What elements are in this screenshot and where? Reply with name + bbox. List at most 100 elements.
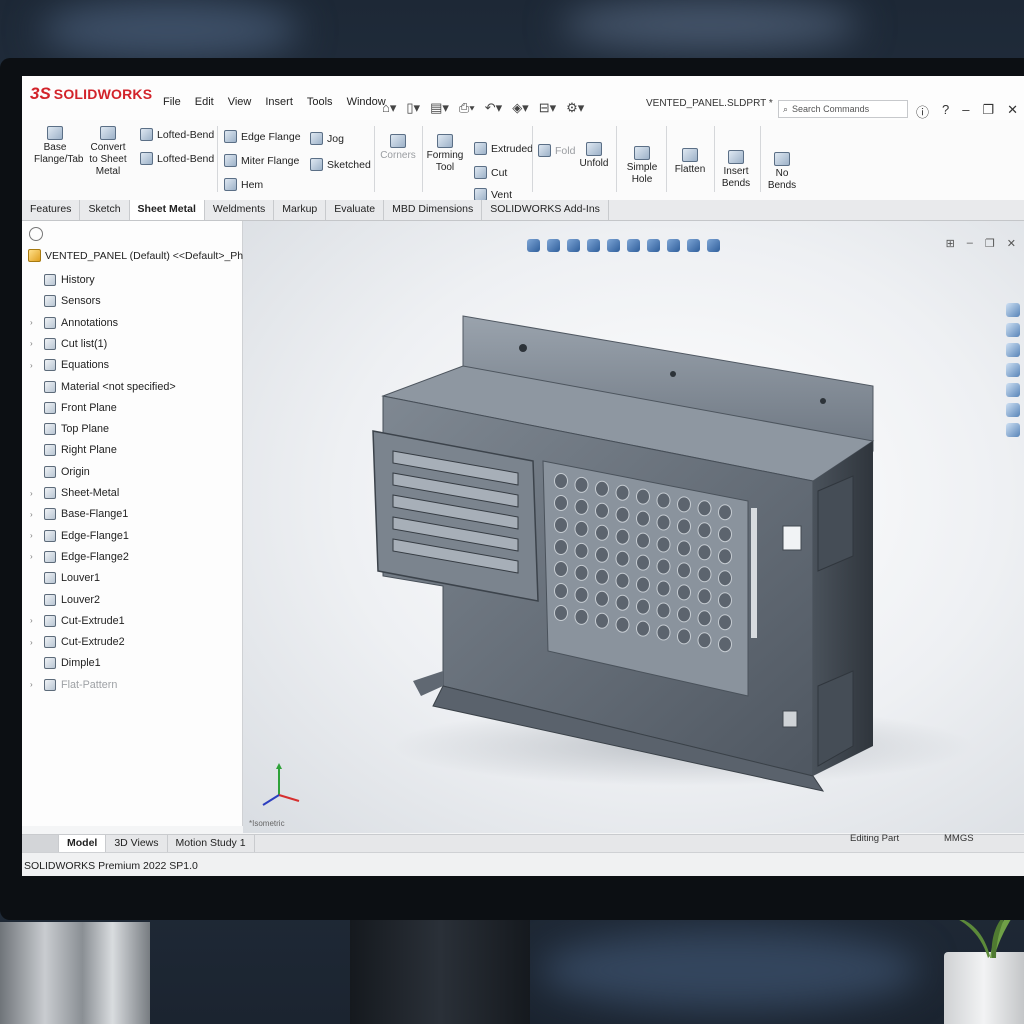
hide-show-icon[interactable] [647, 239, 660, 252]
appearances-icon[interactable] [1006, 383, 1020, 397]
miter-flange-button[interactable]: Miter Flange [224, 154, 299, 167]
tree-item[interactable]: Front Plane [30, 399, 117, 417]
design-library-icon[interactable] [1006, 323, 1020, 337]
unfold-button[interactable]: Unfold [576, 142, 612, 170]
resources-icon[interactable] [1006, 303, 1020, 317]
tree-root-part[interactable]: VENTED_PANEL (Default) <<Default>_PhotoW [28, 249, 268, 262]
tree-item[interactable]: Louver1 [30, 569, 100, 587]
search-commands-field[interactable]: ⌕ Search Commands [778, 100, 908, 118]
tab-markup[interactable]: Markup [274, 200, 327, 220]
simple-hole-button[interactable]: Simple Hole [620, 146, 664, 186]
tab-weldments[interactable]: Weldments [205, 200, 275, 220]
zoom-area-icon[interactable] [547, 239, 560, 252]
tab-sheet-metal[interactable]: Sheet Metal [129, 200, 205, 220]
hem-button[interactable]: Hem [224, 178, 263, 191]
viewport-split-icon[interactable]: ⊞ [946, 237, 955, 250]
fold-button[interactable]: Fold [538, 144, 575, 157]
open-icon[interactable]: ▤▾ [430, 100, 449, 116]
view-orientation-icon[interactable] [607, 239, 620, 252]
tree-item[interactable]: › Base-Flange1 [30, 505, 128, 523]
tab-sketch[interactable]: Sketch [80, 200, 130, 220]
display-style-icon[interactable] [627, 239, 640, 252]
convert-to-sheet-metal-button[interactable]: Convert to Sheet Metal [86, 126, 130, 178]
filter-icon[interactable] [29, 227, 43, 241]
expand-arrow-icon[interactable]: › [30, 339, 44, 348]
menu-insert[interactable]: Insert [258, 96, 300, 108]
expand-arrow-icon[interactable]: › [30, 531, 44, 540]
expand-arrow-icon[interactable]: › [30, 552, 44, 561]
cut-button[interactable]: Cut [474, 166, 507, 179]
apply-scene-icon[interactable] [687, 239, 700, 252]
bottom-tab-scroll[interactable] [22, 835, 59, 853]
tree-item[interactable]: Louver2 [30, 591, 100, 609]
forming-tool-button[interactable]: Forming Tool [426, 134, 464, 174]
lofted-bend-button[interactable]: Lofted-Bend [140, 128, 214, 141]
insert-bends-button[interactable]: Insert Bends [716, 150, 756, 190]
base-flange-button[interactable]: Base Flange/Tab [34, 126, 83, 166]
close-button[interactable]: ✕ [1007, 102, 1018, 121]
print-icon[interactable]: ⎙▾ [459, 100, 475, 116]
previous-view-icon[interactable] [567, 239, 580, 252]
edge-flange-button[interactable]: Edge Flange [224, 130, 301, 143]
graphics-area[interactable]: ⊞ – ❐ ✕ *Isometric [243, 221, 1024, 833]
view-palette-icon[interactable] [1006, 363, 1020, 377]
tab-solidworks-add-ins[interactable]: SOLIDWORKS Add-Ins [482, 200, 609, 220]
tree-item[interactable]: › Cut list(1) [30, 335, 107, 353]
expand-arrow-icon[interactable]: › [30, 361, 44, 370]
menu-tools[interactable]: Tools [300, 96, 340, 108]
tree-item[interactable]: › Flat-Pattern [30, 676, 117, 694]
tree-item[interactable]: Sensors [30, 292, 101, 310]
tree-item[interactable]: Material <not specified> [30, 378, 176, 396]
menu-edit[interactable]: Edit [188, 96, 221, 108]
viewport-close-icon[interactable]: ✕ [1007, 237, 1016, 250]
options-icon[interactable]: ⚙▾ [566, 100, 584, 116]
solidworks-logo[interactable]: 3S SOLIDWORKS [30, 84, 152, 104]
zoom-to-fit-icon[interactable] [527, 239, 540, 252]
expand-arrow-icon[interactable]: › [30, 616, 44, 625]
section-view-icon[interactable] [587, 239, 600, 252]
tree-item[interactable]: Dimple1 [30, 654, 101, 672]
expand-arrow-icon[interactable]: › [30, 510, 44, 519]
expand-arrow-icon[interactable]: › [30, 318, 44, 327]
expand-arrow-icon[interactable]: › [30, 638, 44, 647]
tree-item[interactable]: › Annotations [30, 314, 118, 332]
vented-panel-model[interactable] [343, 276, 983, 796]
viewport-restore-icon[interactable]: ❐ [985, 237, 995, 250]
tree-item[interactable]: › Edge-Flange1 [30, 527, 129, 545]
minimize-button[interactable]: – [962, 102, 969, 121]
custom-properties-icon[interactable] [1006, 403, 1020, 417]
tree-item[interactable]: › Edge-Flange2 [30, 548, 129, 566]
tree-item[interactable]: Origin [30, 463, 90, 481]
new-document-icon[interactable]: ▯▾ [406, 100, 420, 116]
edit-appearance-icon[interactable] [667, 239, 680, 252]
menu-view[interactable]: View [221, 96, 259, 108]
tree-item[interactable]: Right Plane [30, 441, 117, 459]
tree-item[interactable]: Top Plane [30, 420, 109, 438]
undo-icon[interactable]: ↶▾ [485, 100, 502, 116]
expand-arrow-icon[interactable]: › [30, 489, 44, 498]
tab-motion-study[interactable]: Motion Study 1 [168, 835, 255, 853]
menu-file[interactable]: File [156, 96, 188, 108]
lofted-bend-button-2[interactable]: Lofted-Bend [140, 152, 214, 165]
flatten-button[interactable]: Flatten [670, 148, 710, 176]
restore-button[interactable]: ❐ [982, 102, 994, 121]
file-explorer-icon[interactable] [1006, 343, 1020, 357]
help-icon[interactable]: ? [942, 102, 949, 121]
expand-arrow-icon[interactable]: › [30, 680, 44, 689]
units-label[interactable]: MMGS [944, 833, 974, 844]
tab-model[interactable]: Model [59, 835, 107, 853]
tab-evaluate[interactable]: Evaluate [326, 200, 385, 220]
view-settings-icon[interactable] [707, 239, 720, 252]
tab-features[interactable]: Features [22, 200, 81, 220]
tree-item[interactable]: History [30, 271, 95, 289]
tree-item[interactable]: › Cut-Extrude2 [30, 633, 125, 651]
solidworks-forum-icon[interactable] [1006, 423, 1020, 437]
viewport-minimize-icon[interactable]: – [967, 237, 973, 250]
tree-item[interactable]: › Sheet-Metal [30, 484, 119, 502]
tree-item[interactable]: › Cut-Extrude1 [30, 612, 125, 630]
tab-mbd-dimensions[interactable]: MBD Dimensions [384, 200, 483, 220]
extruded-cut-button[interactable]: Extruded [474, 142, 533, 155]
sketched-bend-button[interactable]: Sketched [310, 158, 371, 171]
no-bends-button[interactable]: No Bends [762, 152, 802, 192]
tree-item[interactable]: › Equations [30, 356, 109, 374]
